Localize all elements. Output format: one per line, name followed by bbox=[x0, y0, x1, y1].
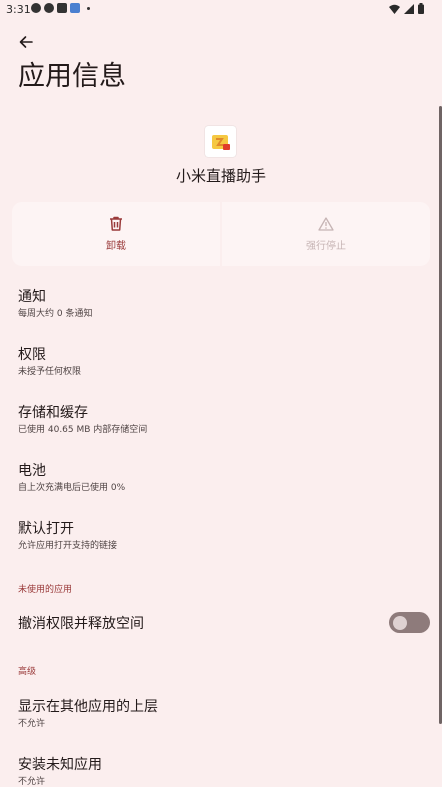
settings-item-title: 电池 bbox=[18, 463, 46, 479]
settings-item-battery[interactable]: 电池 自上次充满电后已使用 0% bbox=[0, 454, 442, 504]
app-name: 小米直播助手 bbox=[175, 167, 266, 185]
back-button[interactable] bbox=[15, 31, 37, 53]
settings-item-title: 权限 bbox=[18, 347, 46, 363]
telegram-icon bbox=[44, 3, 54, 13]
settings-item-subtitle: 不允许 bbox=[18, 777, 46, 787]
signal-icon bbox=[404, 3, 414, 14]
settings-item-subtitle: 自上次充满电后已使用 0% bbox=[18, 483, 126, 493]
status-time: 3:31 bbox=[6, 3, 31, 16]
revoke-permissions-toggle[interactable] bbox=[389, 612, 430, 633]
toggle-knob bbox=[393, 615, 407, 630]
settings-item-title: 安装未知应用 bbox=[18, 757, 102, 773]
settings-item-subtitle: 每周大约 0 条通知 bbox=[18, 309, 93, 319]
system-icons bbox=[389, 3, 424, 14]
app-actions: 卸载 强行停止 bbox=[12, 202, 430, 266]
android-icon bbox=[57, 3, 67, 13]
app-icon bbox=[205, 126, 236, 157]
app-notification-icon bbox=[70, 3, 80, 13]
uninstall-button[interactable]: 卸载 bbox=[12, 202, 220, 266]
settings-item-title: 撤消权限并释放空间 bbox=[18, 616, 144, 632]
settings-item-open-by-default[interactable]: 默认打开 允许应用打开支持的链接 bbox=[0, 512, 442, 562]
settings-item-title: 显示在其他应用的上层 bbox=[18, 699, 158, 715]
settings-item-notifications[interactable]: 通知 每周大约 0 条通知 bbox=[0, 280, 442, 330]
wifi-icon bbox=[389, 4, 400, 14]
settings-item-subtitle: 已使用 40.65 MB 内部存储空间 bbox=[18, 425, 148, 435]
status-bar: 3:31 bbox=[0, 0, 442, 20]
settings-item-subtitle: 允许应用打开支持的链接 bbox=[18, 541, 118, 551]
more-notifications-icon bbox=[87, 6, 90, 10]
arrow-back-icon bbox=[19, 36, 33, 48]
settings-item-title: 默认打开 bbox=[18, 521, 74, 537]
settings-item-title: 通知 bbox=[18, 289, 46, 305]
trash-icon bbox=[110, 216, 122, 231]
app-logo-icon bbox=[211, 134, 230, 150]
settings-item-subtitle: 不允许 bbox=[18, 719, 46, 729]
force-stop-label: 强行停止 bbox=[306, 240, 346, 252]
force-stop-button[interactable]: 强行停止 bbox=[222, 202, 430, 266]
settings-item-permissions[interactable]: 权限 未授予任何权限 bbox=[0, 338, 442, 388]
settings-item-title: 存储和缓存 bbox=[18, 405, 88, 421]
settings-item-subtitle: 未授予任何权限 bbox=[18, 367, 82, 377]
warning-icon bbox=[318, 216, 334, 231]
section-header-unused-apps: 未使用的应用 bbox=[18, 585, 73, 595]
settings-item-display-over-other-apps[interactable]: 显示在其他应用的上层 不允许 bbox=[0, 690, 442, 740]
page-title: 应用信息 bbox=[18, 61, 126, 92]
notification-icons bbox=[31, 3, 90, 13]
settings-item-storage[interactable]: 存储和缓存 已使用 40.65 MB 内部存储空间 bbox=[0, 396, 442, 446]
battery-icon bbox=[418, 3, 424, 14]
notification-icon bbox=[31, 3, 41, 13]
settings-item-install-unknown-apps[interactable]: 安装未知应用 不允许 bbox=[0, 748, 442, 787]
section-header-advanced: 高级 bbox=[18, 667, 37, 677]
uninstall-label: 卸载 bbox=[106, 241, 126, 252]
settings-item-revoke-permissions[interactable]: 撤消权限并释放空间 bbox=[0, 604, 442, 640]
